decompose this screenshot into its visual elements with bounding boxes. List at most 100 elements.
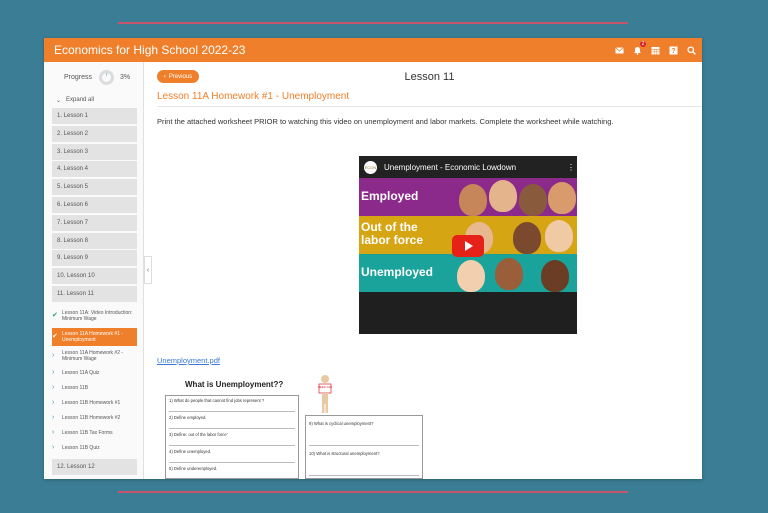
video-bottom-bar <box>359 292 577 334</box>
play-button[interactable] <box>452 235 484 257</box>
sidebar-collapse-button[interactable]: ‹ <box>144 256 152 284</box>
band-label-out-of-labor-force: Out of the labor force <box>361 220 424 247</box>
previous-label: Previous <box>168 73 193 80</box>
sidebar-item-lesson-1[interactable]: 1. Lesson 1 <box>52 108 137 124</box>
expand-all-label: Expand all <box>66 97 95 103</box>
worksheet-question: 1) What do people that cannot find jobs … <box>169 396 295 412</box>
search-icon[interactable] <box>687 45 696 55</box>
previous-button[interactable]: ‹ Previous <box>157 70 199 83</box>
chevron-down-icon: ⌄ <box>56 97 62 104</box>
channel-logo: ECON <box>364 160 377 174</box>
sidebar-item-lesson-4[interactable]: 4. Lesson 4 <box>52 161 137 178</box>
chevron-right-icon: › <box>52 351 55 359</box>
chevron-left-icon: ‹ <box>146 266 150 274</box>
video-title-bar: ECON Unemployment - Economic Lowdown ⋮ <box>359 156 577 178</box>
chevron-right-icon: › <box>52 444 55 452</box>
checkmark-icon: ✔ <box>52 332 58 340</box>
person-illustration <box>545 220 573 252</box>
sub-item-11b[interactable]: › Lesson 11B <box>52 381 137 396</box>
video-title: Unemployment - Economic Lowdown <box>384 162 517 172</box>
assignment-title: Lesson 11A Homework #1 - Unemployment <box>157 91 702 107</box>
chevron-right-icon: › <box>52 414 55 422</box>
band-label-employed: Employed <box>361 189 419 203</box>
sidebar-item-lesson-12[interactable]: 12. Lesson 12 <box>52 458 137 475</box>
sub-item-label: Lesson 11A Homework #1 - Unemployment <box>62 330 124 343</box>
more-options-icon[interactable]: ⋮ <box>567 163 577 172</box>
lesson-sidebar: Progress 3% ⌄ Expand all 1. Lesson 1 2. … <box>44 62 144 479</box>
person-illustration <box>519 184 547 216</box>
notification-badge: 2 <box>640 40 646 47</box>
expand-all-toggle[interactable]: ⌄ Expand all <box>44 92 143 108</box>
sub-item-label: Lesson 11B Quiz <box>62 445 100 452</box>
worksheet-questions-right: 9) What is cyclical unemployment? 10) Wh… <box>305 415 423 479</box>
calendar-icon[interactable] <box>651 46 660 55</box>
svg-text:?: ? <box>671 48 675 55</box>
person-illustration <box>459 184 487 216</box>
worksheet-preview: What is Unemployment?? NEED JOB 1) What … <box>165 375 425 479</box>
worksheet-question: 2) Define employed. <box>169 412 295 429</box>
sub-item-11a-homework-2[interactable]: › Lesson 11A Homework #2 - Minimum Wage <box>52 346 137 366</box>
bell-icon[interactable]: 2 <box>633 40 646 55</box>
sub-item-label: Lesson 11A Quiz <box>62 370 100 377</box>
sidebar-item-lesson-3[interactable]: 3. Lesson 3 <box>52 143 137 160</box>
sidebar-item-lesson-9[interactable]: 9. Lesson 9 <box>52 250 137 267</box>
progress-label: Progress <box>64 73 93 81</box>
sub-item-label: Lesson 11B Tax Forms <box>62 430 113 437</box>
sidebar-item-lesson-7[interactable]: 7. Lesson 7 <box>52 214 137 231</box>
sub-item-11b-homework-1[interactable]: › Lesson 11B Homework #1 <box>52 396 137 411</box>
lesson-content: Lesson 11 ‹ Previous Lesson 11A Homework… <box>157 62 702 479</box>
sidebar-item-lesson-11[interactable]: 11. Lesson 11 <box>52 285 137 302</box>
chevron-left-icon: ‹ <box>163 73 166 80</box>
app-title: Economics for High School 2022-23 <box>54 43 246 57</box>
chevron-right-icon: › <box>52 399 55 407</box>
person-illustration <box>513 222 541 254</box>
worksheet-question: 5) Define underemployed. <box>169 466 218 471</box>
sub-item-label: Lesson 11A Homework #2 - Minimum Wage <box>62 349 124 362</box>
chevron-right-icon: › <box>52 429 55 437</box>
worksheet-question: 4) Define unemployed. <box>169 446 295 463</box>
sub-item-11b-tax-forms[interactable]: › Lesson 11B Tax Forms <box>52 426 137 441</box>
band-label-unemployed: Unemployed <box>361 265 434 279</box>
help-icon[interactable]: ? <box>669 46 678 55</box>
sidebar-item-lesson-5[interactable]: 5. Lesson 5 <box>52 179 137 196</box>
worksheet-pdf-link[interactable]: Unemployment.pdf <box>157 356 220 365</box>
mail-icon[interactable] <box>615 46 624 55</box>
course-window: Economics for High School 2022-23 2 ? Pr… <box>44 38 702 479</box>
sub-item-11b-quiz[interactable]: › Lesson 11B Quiz <box>52 441 137 456</box>
decorative-line-top <box>118 22 628 24</box>
worksheet-question: 3) Define: out of the labor force' <box>169 429 295 446</box>
sign-text: NEED JOB <box>318 385 332 389</box>
sidebar-item-lesson-2[interactable]: 2. Lesson 2 <box>52 125 137 142</box>
video-player[interactable]: ECON Unemployment - Economic Lowdown ⋮ E… <box>359 156 577 334</box>
progress-ring-icon <box>99 69 115 85</box>
header-icons: 2 ? <box>615 40 696 55</box>
person-illustration <box>548 182 576 214</box>
worksheet-question: 10) What is structural unemployment? <box>309 448 419 476</box>
worksheet-questions-left: 1) What do people that cannot find jobs … <box>165 395 299 479</box>
sub-item-11b-homework-2[interactable]: › Lesson 11B Homework #2 <box>52 411 137 426</box>
chevron-right-icon: › <box>52 384 55 392</box>
sub-item-11a-video[interactable]: ✔ Lesson 11A: Video Introduction: Minimu… <box>52 304 137 328</box>
sub-item-11a-quiz[interactable]: › Lesson 11A Quiz <box>52 366 137 381</box>
lesson-title: Lesson 11 <box>404 71 455 83</box>
sub-item-11a-homework-1[interactable]: ✔ Lesson 11A Homework #1 - Unemployment <box>52 327 137 346</box>
chevron-right-icon: › <box>52 369 55 377</box>
lesson-11-sub-list: ✔ Lesson 11A: Video Introduction: Minimu… <box>44 304 143 456</box>
sub-item-label: Lesson 11B Homework #2 <box>62 415 121 422</box>
progress-value: 3% <box>120 73 131 81</box>
sidebar-item-lesson-8[interactable]: 8. Lesson 8 <box>52 232 137 249</box>
progress-row: Progress 3% <box>44 62 143 92</box>
person-illustration <box>495 258 523 290</box>
decorative-line-bottom <box>118 491 628 493</box>
app-header: Economics for High School 2022-23 2 ? <box>44 38 702 62</box>
worksheet-question: 9) What is cyclical unemployment? <box>309 418 419 446</box>
person-with-sign-illustration: NEED JOB <box>315 374 335 414</box>
sidebar-item-lesson-6[interactable]: 6. Lesson 6 <box>52 196 137 213</box>
sub-item-label: Lesson 11B <box>62 385 89 392</box>
person-illustration <box>489 180 517 212</box>
person-illustration <box>457 260 485 292</box>
worksheet-title: What is Unemployment?? <box>185 380 284 389</box>
sub-item-label: Lesson 11B Homework #1 <box>62 400 121 407</box>
sidebar-item-lesson-10[interactable]: 10. Lesson 10 <box>52 268 137 285</box>
person-illustration <box>541 260 569 292</box>
